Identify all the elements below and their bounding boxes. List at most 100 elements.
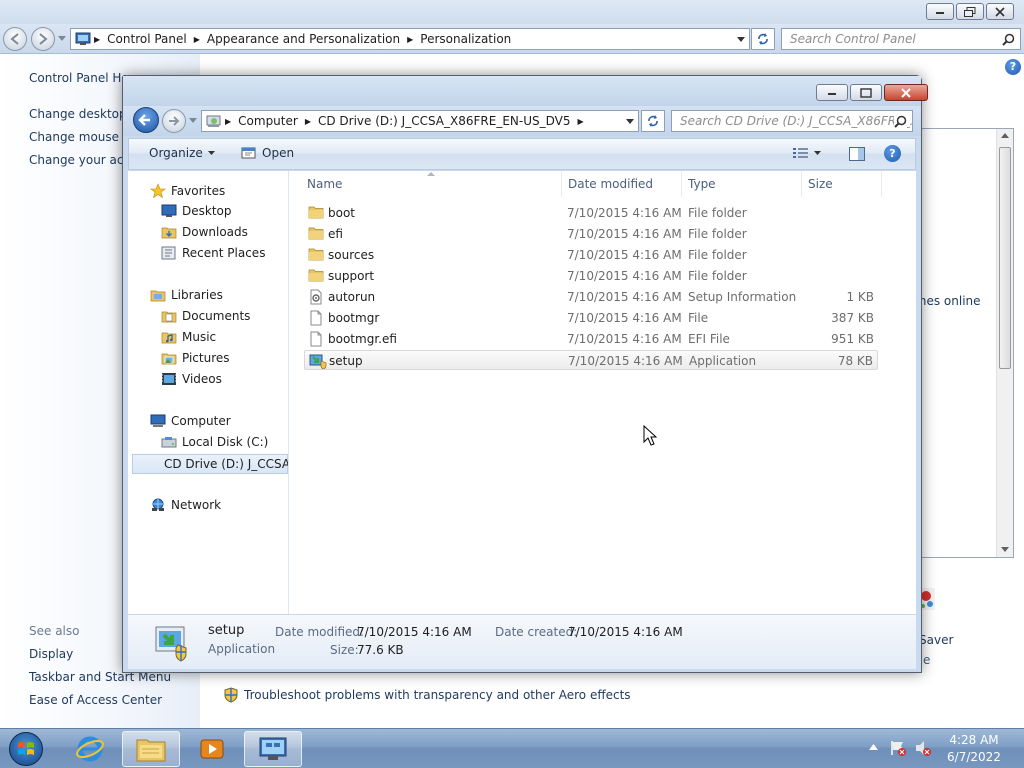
file-type: File folder bbox=[688, 248, 747, 262]
nav-recent-places[interactable]: Recent Places bbox=[161, 246, 265, 260]
help-icon: ? bbox=[884, 145, 901, 162]
nav-local-disk-c[interactable]: Local Disk (C:) bbox=[161, 435, 268, 449]
videos-icon bbox=[162, 373, 176, 385]
explorer-help-button[interactable]: ? bbox=[884, 145, 901, 162]
breadcrumb-appearance[interactable]: Appearance and Personalization bbox=[203, 32, 404, 46]
control-panel-icon bbox=[259, 737, 287, 760]
minimize-button[interactable] bbox=[926, 3, 954, 20]
column-header-size[interactable]: Size bbox=[802, 171, 882, 197]
details-size-label: Size: bbox=[330, 643, 359, 657]
explorer-back-button[interactable] bbox=[133, 107, 159, 133]
control-panel-search-input[interactable]: Search Control Panel bbox=[781, 28, 1021, 50]
nav-music[interactable]: Music bbox=[161, 330, 216, 344]
file-row[interactable]: autorun 7/10/2015 4:16 AM Setup Informatio… bbox=[304, 287, 878, 307]
explorer-refresh-button[interactable] bbox=[641, 110, 665, 132]
scroll-up-arrow-icon[interactable] bbox=[1001, 133, 1009, 139]
column-header-type[interactable]: Type bbox=[682, 171, 802, 197]
nav-documents[interactable]: Documents bbox=[161, 309, 250, 323]
computer-icon bbox=[150, 414, 166, 427]
link-display[interactable]: Display bbox=[29, 647, 73, 661]
control-panel-icon bbox=[75, 32, 91, 45]
link-ease-of-access[interactable]: Ease of Access Center bbox=[29, 693, 162, 707]
link-get-more-themes[interactable]: Get more themes online bbox=[921, 294, 1014, 308]
nav-favorites[interactable]: Favorites bbox=[150, 183, 225, 199]
explorer-forward-button[interactable] bbox=[162, 109, 186, 133]
file-size: 78 KB bbox=[837, 354, 873, 368]
start-button[interactable] bbox=[6, 731, 46, 767]
screen-saver-label[interactable]: Saver bbox=[919, 633, 953, 647]
taskbar-windows-explorer[interactable] bbox=[122, 731, 180, 767]
file-row[interactable]: setup 7/10/2015 4:16 AM Application 78 KB bbox=[304, 350, 878, 370]
file-type: EFI File bbox=[688, 332, 730, 346]
breadcrumb-control-panel[interactable]: Control Panel bbox=[103, 32, 191, 46]
file-type: Application bbox=[689, 354, 757, 368]
file-row[interactable]: bootmgr.efi 7/10/2015 4:16 AM EFI File 951 … bbox=[304, 329, 878, 349]
file-row[interactable]: boot 7/10/2015 4:16 AM File folder bbox=[304, 203, 878, 223]
refresh-button[interactable] bbox=[751, 28, 775, 50]
file-name: efi bbox=[328, 227, 343, 241]
show-hidden-icons-icon[interactable] bbox=[869, 744, 878, 750]
volume-muted-icon[interactable] bbox=[914, 739, 932, 757]
breadcrumb-personalization[interactable]: Personalization bbox=[416, 32, 515, 46]
nav-cd-drive-d[interactable]: CD Drive (D:) J_CCSA bbox=[132, 454, 288, 474]
internet-explorer-icon bbox=[76, 736, 104, 762]
file-row[interactable]: support 7/10/2015 4:16 AM File folder bbox=[304, 266, 878, 286]
breadcrumb-separator: ▶ bbox=[225, 116, 232, 126]
search-icon bbox=[1002, 33, 1015, 46]
refresh-icon bbox=[758, 33, 768, 45]
file-name: sources bbox=[328, 248, 375, 262]
folder-icon bbox=[308, 247, 324, 261]
file-row[interactable]: bootmgr 7/10/2015 4:16 AM File 387 KB bbox=[304, 308, 878, 328]
file-row[interactable]: efi 7/10/2015 4:16 AM File folder bbox=[304, 224, 878, 244]
taskbar-clock[interactable]: 4:28 AM 6/7/2022 bbox=[945, 732, 1003, 766]
forward-button[interactable] bbox=[31, 27, 55, 51]
breadcrumb-computer[interactable]: Computer bbox=[234, 114, 302, 128]
recent-pages-chevron-icon[interactable] bbox=[58, 36, 66, 42]
file-type: File folder bbox=[688, 227, 747, 241]
nav-videos[interactable]: Videos bbox=[161, 372, 222, 386]
help-icon[interactable]: ? bbox=[1005, 59, 1021, 75]
explorer-address-dropdown-icon[interactable] bbox=[626, 119, 634, 125]
nav-libraries[interactable]: Libraries bbox=[150, 288, 223, 302]
details-file-name: setup bbox=[208, 623, 245, 638]
scrollbar-thumb[interactable] bbox=[999, 147, 1011, 369]
preview-pane-icon bbox=[849, 147, 865, 161]
taskbar-internet-explorer[interactable] bbox=[61, 731, 119, 767]
nav-pictures[interactable]: Pictures bbox=[161, 351, 230, 365]
nav-downloads[interactable]: Downloads bbox=[161, 225, 248, 239]
action-center-flag-icon[interactable] bbox=[889, 739, 907, 757]
preview-pane-button[interactable] bbox=[849, 147, 865, 161]
theme-gallery-scrollbar[interactable] bbox=[996, 129, 1013, 557]
file-row[interactable]: sources 7/10/2015 4:16 AM File folder bbox=[304, 245, 878, 265]
restore-button[interactable] bbox=[956, 3, 984, 20]
address-dropdown-icon[interactable] bbox=[737, 37, 745, 43]
taskbar-control-panel[interactable] bbox=[244, 731, 302, 767]
scroll-down-arrow-icon[interactable] bbox=[1001, 547, 1009, 553]
organize-button[interactable]: Organize bbox=[149, 146, 215, 160]
taskbar-media-player[interactable] bbox=[183, 731, 241, 767]
cd-drive-icon bbox=[206, 115, 221, 127]
breadcrumb-cd-drive[interactable]: CD Drive (D:) J_CCSA_X86FRE_EN-US_DV5 bbox=[314, 114, 575, 128]
column-header-name[interactable]: Name bbox=[301, 171, 562, 197]
change-view-button[interactable] bbox=[793, 147, 821, 159]
explorer-title-bar[interactable] bbox=[123, 76, 928, 106]
control-panel-address-box[interactable]: ▶ Control Panel ▶ Appearance and Persona… bbox=[70, 28, 750, 50]
link-troubleshoot-aero[interactable]: Troubleshoot problems with transparency … bbox=[244, 688, 631, 702]
explorer-recent-chevron-icon[interactable] bbox=[189, 118, 197, 124]
clock-time: 4:28 AM bbox=[949, 733, 999, 747]
explorer-close-button[interactable] bbox=[884, 84, 928, 101]
explorer-address-box[interactable]: ▶ Computer ▶ CD Drive (D:) J_CCSA_X86FRE… bbox=[201, 110, 639, 132]
explorer-maximize-button[interactable] bbox=[850, 84, 882, 101]
column-header-date-modified[interactable]: Date modified bbox=[562, 171, 682, 197]
explorer-minimize-button[interactable] bbox=[816, 84, 848, 101]
nav-network[interactable]: Network bbox=[150, 498, 221, 512]
navigation-pane: Favorites Desktop Downloads Recent Place… bbox=[128, 171, 289, 614]
nav-desktop[interactable]: Desktop bbox=[161, 204, 232, 218]
close-button[interactable] bbox=[986, 3, 1014, 20]
explorer-window: ▶ Computer ▶ CD Drive (D:) J_CCSA_X86FRE… bbox=[122, 75, 928, 673]
open-label: Open bbox=[262, 146, 295, 160]
nav-computer[interactable]: Computer bbox=[150, 414, 231, 428]
open-button[interactable]: Open bbox=[241, 146, 294, 160]
explorer-search-input[interactable]: Search CD Drive (D:) J_CCSA_X86FRE_... bbox=[671, 110, 913, 132]
back-button[interactable] bbox=[3, 27, 27, 51]
